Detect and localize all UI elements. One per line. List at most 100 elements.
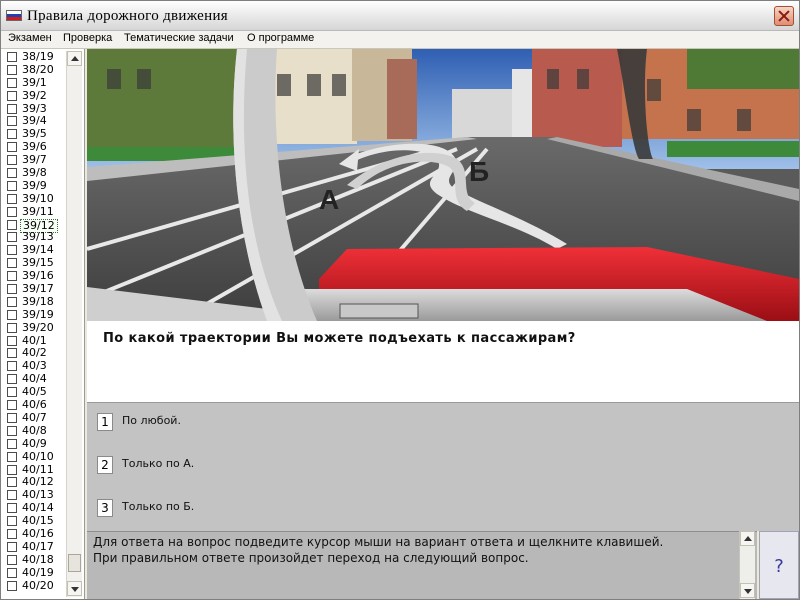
checkbox[interactable]: [7, 516, 17, 527]
question-list-item[interactable]: 40/19: [1, 566, 67, 580]
checkbox[interactable]: [7, 77, 17, 88]
checkbox[interactable]: [7, 361, 17, 372]
question-list-item[interactable]: 39/2: [1, 88, 67, 103]
checkbox[interactable]: [7, 438, 17, 449]
checkbox[interactable]: [7, 142, 17, 153]
question-list-item[interactable]: 39/10: [1, 191, 67, 206]
hint-scroll-down-button[interactable]: [740, 583, 755, 598]
arrow-down-icon: [71, 587, 79, 592]
question-list-item[interactable]: 39/9: [1, 179, 67, 193]
checkbox[interactable]: [7, 155, 17, 166]
question-list-scrollbar[interactable]: [66, 51, 82, 597]
checkbox[interactable]: [7, 90, 17, 101]
question-list-item[interactable]: 40/10: [1, 450, 67, 464]
checkbox[interactable]: [7, 103, 17, 114]
question-list-item[interactable]: 39/17: [1, 283, 67, 296]
checkbox[interactable]: [7, 412, 17, 423]
checkbox[interactable]: [7, 206, 17, 217]
question-list-item[interactable]: 38/19: [1, 51, 67, 64]
checkbox[interactable]: [7, 219, 17, 230]
question-list-item[interactable]: 40/18: [1, 552, 67, 567]
checkbox[interactable]: [7, 490, 17, 501]
menu-exam[interactable]: Экзамен: [8, 32, 52, 44]
question-list-item[interactable]: 39/8: [1, 167, 67, 180]
checkbox[interactable]: [7, 116, 17, 127]
question-list-item[interactable]: 38/20: [1, 62, 67, 77]
checkbox[interactable]: [7, 554, 17, 565]
checkbox[interactable]: [7, 168, 17, 179]
question-list-label: 39/4: [22, 114, 47, 128]
checkbox[interactable]: [7, 477, 17, 488]
label-b: Б: [469, 156, 489, 187]
checkbox[interactable]: [7, 503, 17, 514]
scroll-down-button[interactable]: [67, 581, 82, 596]
question-list-label: 40/18: [22, 552, 54, 566]
answer-option-2[interactable]: 2 Только по А.: [95, 456, 785, 476]
question-list-label: 39/19: [22, 307, 54, 321]
question-list-item[interactable]: 39/11: [1, 205, 67, 219]
checkbox[interactable]: [7, 464, 17, 475]
hint-panel: Для ответа на вопрос подведите курсор мы…: [87, 531, 757, 599]
checkbox[interactable]: [7, 335, 17, 346]
title-bar[interactable]: Правила дорожного движения: [1, 1, 799, 31]
question-list-label: 39/2: [22, 88, 47, 102]
checkbox[interactable]: [7, 400, 17, 411]
checkbox[interactable]: [7, 567, 17, 578]
menu-thematic-tasks[interactable]: Тематические задачи: [124, 32, 234, 44]
question-list-item[interactable]: 40/7: [1, 410, 67, 425]
help-button[interactable]: ?: [759, 531, 799, 599]
answer-text[interactable]: По любой.: [122, 414, 181, 427]
checkbox[interactable]: [7, 284, 17, 295]
close-button[interactable]: [774, 6, 794, 26]
answer-number: 3: [97, 499, 113, 517]
question-list-item[interactable]: 40/20: [1, 578, 67, 593]
answer-text[interactable]: Только по А.: [122, 457, 194, 470]
question-list-item[interactable]: 40/17: [1, 540, 67, 554]
question-list-label: 39/8: [22, 166, 47, 180]
question-list-label: 40/1: [22, 333, 47, 347]
scrollbar-thumb[interactable]: [68, 554, 81, 572]
question-list-item[interactable]: 39/19: [1, 307, 67, 322]
checkbox[interactable]: [7, 348, 17, 359]
checkbox[interactable]: [7, 541, 17, 552]
checkbox[interactable]: [7, 258, 17, 269]
checkbox[interactable]: [7, 309, 17, 320]
checkbox[interactable]: [7, 322, 17, 333]
answer-option-1[interactable]: 1 По любой.: [95, 413, 785, 433]
question-list-item[interactable]: 40/9: [1, 437, 67, 451]
checkbox[interactable]: [7, 374, 17, 385]
checkbox[interactable]: [7, 580, 17, 591]
checkbox[interactable]: [7, 52, 17, 62]
question-list-label: 40/20: [22, 578, 54, 592]
question-list-item[interactable]: 40/8: [1, 424, 67, 438]
question-list-label: 39/10: [22, 191, 54, 205]
menu-check[interactable]: Проверка: [63, 32, 112, 44]
hint-scroll-up-button[interactable]: [740, 531, 755, 546]
checkbox[interactable]: [7, 425, 17, 436]
checkbox[interactable]: [7, 180, 17, 191]
checkbox[interactable]: [7, 387, 17, 398]
checkbox[interactable]: [7, 232, 17, 243]
scroll-up-button[interactable]: [67, 51, 82, 66]
question-list-label: 38/20: [22, 62, 54, 76]
checkbox[interactable]: [7, 193, 17, 204]
menu-about[interactable]: О программе: [247, 32, 314, 44]
question-list-item[interactable]: 40/16: [1, 527, 67, 541]
question-list-item[interactable]: 39/18: [1, 295, 67, 309]
checkbox[interactable]: [7, 129, 17, 140]
checkbox[interactable]: [7, 451, 17, 462]
checkbox[interactable]: [7, 64, 17, 75]
checkbox[interactable]: [7, 271, 17, 282]
checkbox[interactable]: [7, 245, 17, 256]
question-list-item[interactable]: 39/20: [1, 321, 67, 335]
question-panel: По какой траектории Вы можете подъехать …: [87, 321, 799, 403]
answer-option-3[interactable]: 3 Только по Б.: [95, 499, 785, 519]
hint-scrollbar[interactable]: [739, 531, 755, 599]
question-list-label: 40/7: [22, 410, 47, 424]
answer-text[interactable]: Только по Б.: [122, 500, 194, 513]
checkbox[interactable]: [7, 528, 17, 539]
question-list-item[interactable]: 40/6: [1, 399, 67, 412]
checkbox[interactable]: [7, 296, 17, 307]
question-list-item[interactable]: 39/1: [1, 76, 67, 90]
question-list-label: 40/11: [22, 462, 54, 476]
